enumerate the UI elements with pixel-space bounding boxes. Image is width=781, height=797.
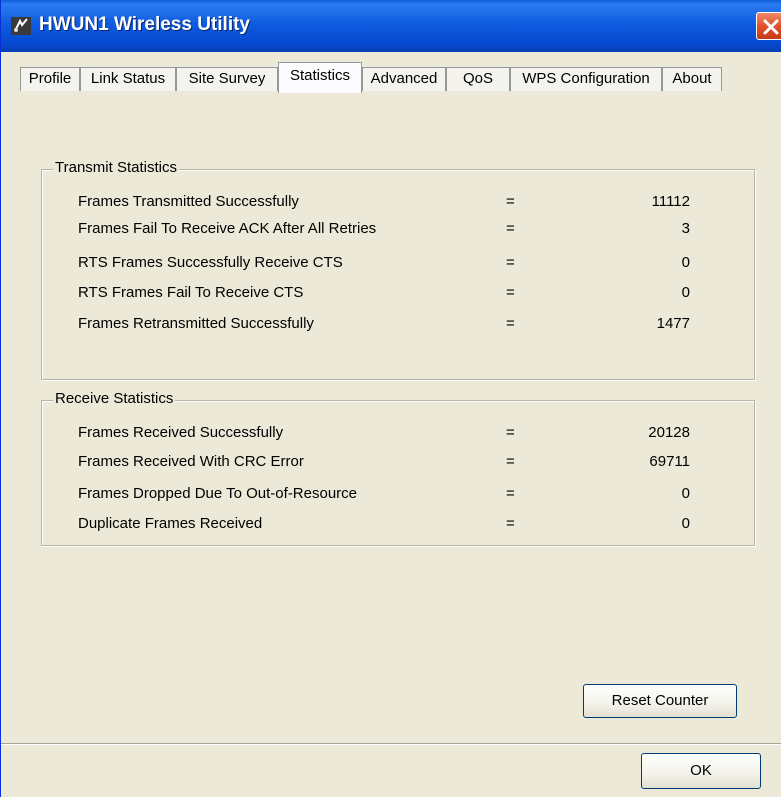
receive-statistics-group: Receive Statistics Frames Received Succe… [41, 390, 756, 546]
tab-qos[interactable]: QoS [446, 67, 510, 92]
stat-label: Frames Transmitted Successfully [78, 193, 299, 210]
stat-equals: = [506, 315, 515, 332]
close-button[interactable] [756, 12, 781, 40]
transmit-statistics-title: Transmit Statistics [53, 159, 179, 176]
stat-row: Duplicate Frames Received = 0 [42, 513, 756, 535]
tab-advanced[interactable]: Advanced [362, 67, 446, 92]
tab-statistics[interactable]: Statistics [278, 62, 362, 93]
stat-value: 20128 [648, 424, 690, 441]
tab-profile[interactable]: Profile [20, 67, 80, 92]
stat-label: Frames Dropped Due To Out-of-Resource [78, 485, 358, 502]
stat-label: Frames Received With CRC Error [78, 453, 304, 470]
divider [1, 743, 781, 745]
stat-label: Frames Received Successfully [78, 424, 284, 441]
window-title: HWUN1 Wireless Utility [39, 14, 250, 35]
stat-label: Frames Fail To Receive ACK After All Ret… [78, 220, 377, 237]
stat-row: Frames Received With CRC Error = 69711 [42, 451, 756, 473]
stat-value: 0 [681, 254, 690, 271]
stat-row: Frames Transmitted Successfully = 11112 [42, 191, 756, 213]
reset-counter-button[interactable]: Reset Counter [583, 684, 737, 718]
tab-site-survey[interactable]: Site Survey [176, 67, 278, 92]
stat-equals: = [506, 485, 515, 502]
stat-equals: = [506, 515, 515, 532]
app-window: HWUN1 Wireless Utility Profile Link Stat… [0, 0, 781, 797]
title-bar[interactable]: HWUN1 Wireless Utility [1, 0, 781, 52]
stat-equals: = [506, 453, 515, 470]
stat-row: Frames Received Successfully = 20128 [42, 422, 756, 444]
stat-label: RTS Frames Fail To Receive CTS [78, 284, 304, 301]
ok-button[interactable]: OK [641, 753, 761, 789]
stat-label: Duplicate Frames Received [78, 515, 263, 532]
tab-strip: Profile Link Status Site Survey Statisti… [20, 62, 732, 93]
tab-about[interactable]: About [662, 67, 722, 92]
receive-statistics-title: Receive Statistics [53, 390, 176, 407]
stat-label: RTS Frames Successfully Receive CTS [78, 254, 343, 271]
stat-value: 1477 [656, 315, 690, 332]
stat-row: Frames Retransmitted Successfully = 1477 [42, 313, 756, 335]
tab-link-status[interactable]: Link Status [80, 67, 176, 92]
stat-row: RTS Frames Fail To Receive CTS = 0 [42, 282, 756, 304]
stat-value: 69711 [649, 453, 690, 470]
stat-equals: = [506, 220, 515, 237]
stat-value: 3 [681, 220, 690, 237]
stat-row: Frames Dropped Due To Out-of-Resource = … [42, 483, 756, 505]
wireless-utility-icon [11, 17, 31, 35]
stat-value: 11112 [651, 193, 690, 210]
stat-equals: = [506, 193, 515, 210]
tab-wps-configuration[interactable]: WPS Configuration [510, 67, 662, 92]
stat-label: Frames Retransmitted Successfully [78, 315, 314, 332]
stat-equals: = [506, 284, 515, 301]
stat-value: 0 [681, 485, 690, 502]
stat-value: 0 [681, 515, 690, 532]
stat-value: 0 [681, 284, 690, 301]
transmit-statistics-group: Transmit Statistics Frames Transmitted S… [41, 159, 756, 380]
stat-equals: = [506, 254, 515, 271]
stat-row: Frames Fail To Receive ACK After All Ret… [42, 218, 756, 240]
stat-equals: = [506, 424, 515, 441]
stat-row: RTS Frames Successfully Receive CTS = 0 [42, 252, 756, 274]
